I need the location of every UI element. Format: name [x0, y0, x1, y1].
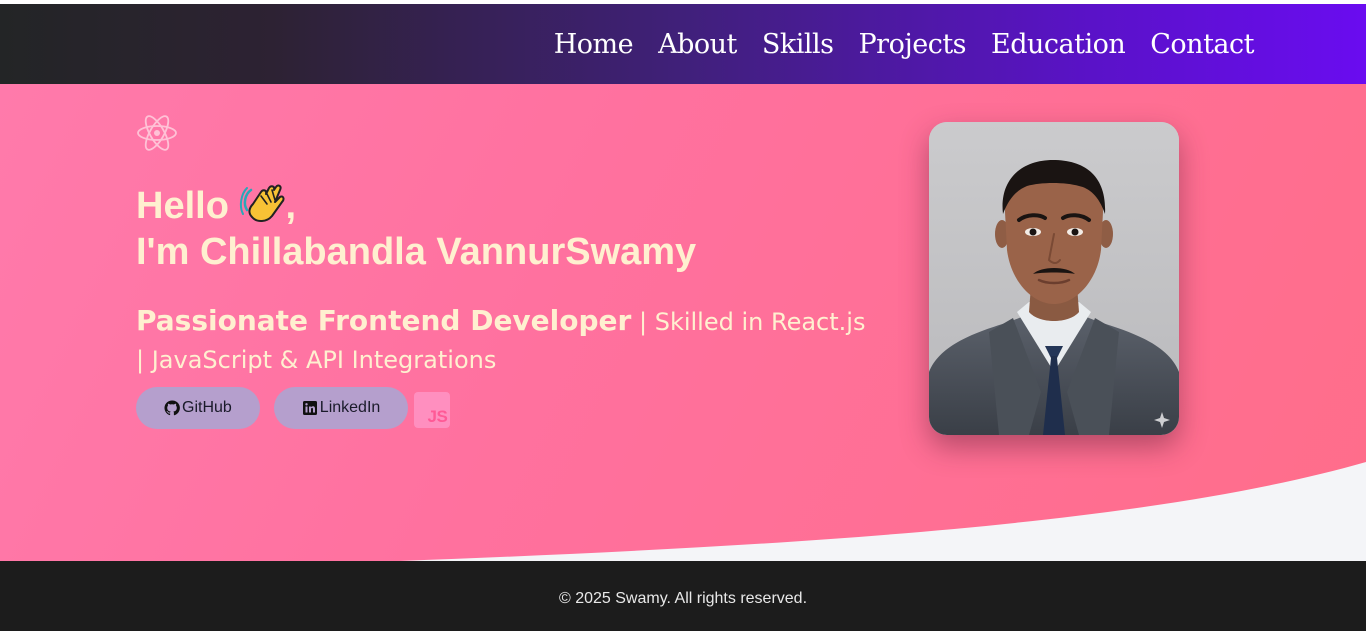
linkedin-label: LinkedIn	[319, 399, 381, 416]
nav-about-link[interactable]: About	[658, 29, 737, 60]
hero-greeting: Hello , I'm Chillabandla VannurSwamy	[136, 180, 696, 275]
nav-skills-link[interactable]: Skills	[762, 29, 834, 60]
tagline-role: Passionate Frontend Developer	[136, 304, 632, 337]
js-badge-label: JS	[427, 407, 448, 426]
github-label: GitHub	[182, 399, 232, 416]
profile-photo	[929, 122, 1179, 435]
footer-copyright: © 2025 Swamy. All rights reserved.	[558, 590, 808, 607]
nav-contact-link[interactable]: Contact	[1150, 29, 1254, 60]
waving-hand-icon	[240, 184, 285, 222]
nav-home-link[interactable]: Home	[554, 29, 634, 60]
social-links: GitHub LinkedIn JS	[136, 387, 451, 429]
greeting-comma: ,	[285, 185, 297, 227]
javascript-badge-icon: JS	[414, 392, 451, 428]
greeting-name: I'm Chillabandla VannurSwamy	[136, 231, 697, 273]
nav-projects-link[interactable]: Projects	[859, 29, 967, 60]
hero-tagline: Passionate Frontend Developer | Skilled …	[136, 302, 876, 379]
linkedin-button[interactable]: LinkedIn	[273, 387, 409, 429]
greeting-hello: Hello	[136, 185, 229, 227]
nav-links: Home About Skills Projects Education Con…	[554, 4, 1255, 84]
profile-photo-image	[929, 122, 1179, 435]
linkedin-icon	[302, 401, 317, 415]
footer: © 2025 Swamy. All rights reserved.	[0, 561, 1366, 631]
nav-education-link[interactable]: Education	[991, 29, 1126, 60]
hero-section: Hello , I'm Chillabandla VannurSwamy Pas…	[0, 84, 1366, 561]
github-button[interactable]: GitHub	[136, 387, 260, 429]
github-icon	[164, 400, 180, 416]
react-atom-icon	[137, 115, 177, 151]
navbar: Home About Skills Projects Education Con…	[0, 4, 1366, 84]
